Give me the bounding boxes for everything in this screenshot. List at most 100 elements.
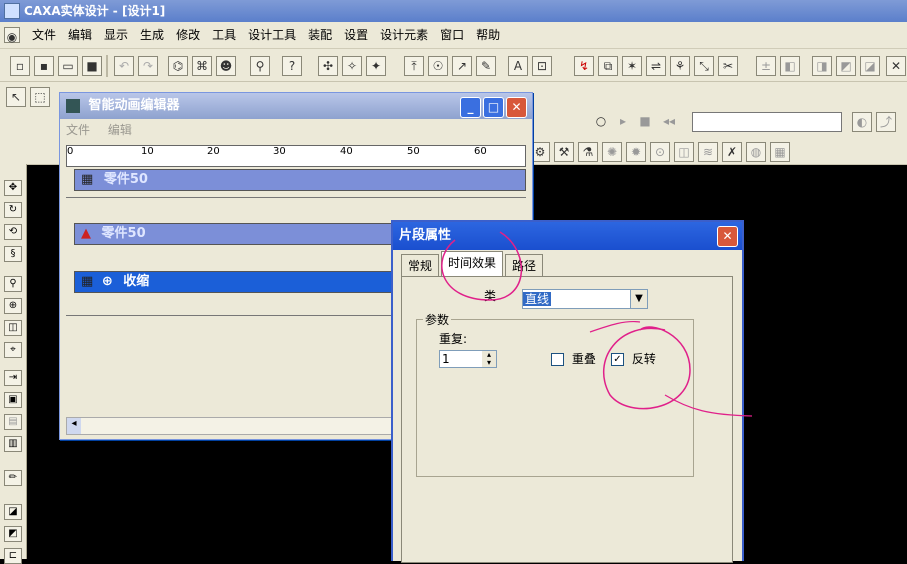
tool-icon-3[interactable]: ☻: [216, 56, 236, 76]
menu-design-tools[interactable]: 设计工具: [242, 22, 302, 48]
undo-icon[interactable]: ↶: [114, 56, 134, 76]
tool-icon-16[interactable]: ⚘: [670, 56, 690, 76]
pointer-icon[interactable]: ↖: [6, 87, 26, 107]
tool-icon-1[interactable]: ⌬: [168, 56, 188, 76]
dialog-close-button[interactable]: ✕: [717, 226, 738, 247]
edit-icon-2[interactable]: ◩: [4, 526, 22, 542]
view-icon-5[interactable]: ▤: [4, 414, 22, 430]
stop-icon[interactable]: ■: [636, 112, 654, 130]
tool-icon-11[interactable]: ⊡: [532, 56, 552, 76]
sketch-icon[interactable]: ✏: [4, 470, 22, 486]
tool-icon-13[interactable]: ⧉: [598, 56, 618, 76]
design-icon-10[interactable]: ◍: [746, 142, 766, 162]
spin-arrows-icon[interactable]: ▴ ▾: [482, 351, 496, 367]
design-icon-5[interactable]: ✹: [626, 142, 646, 162]
text-icon[interactable]: A: [508, 56, 528, 76]
tool-icon-5[interactable]: ✧: [342, 56, 362, 76]
menu-edit[interactable]: 编辑: [108, 123, 132, 137]
tool-icon-14[interactable]: ✶: [622, 56, 642, 76]
new-icon[interactable]: ▫: [10, 56, 30, 76]
edit-icon-1[interactable]: ◪: [4, 504, 22, 520]
menu-settings[interactable]: 设置: [338, 22, 374, 48]
menu-window[interactable]: 窗口: [434, 22, 470, 48]
save-icon[interactable]: ■: [82, 56, 102, 76]
tool-icon-7[interactable]: ⤒: [404, 56, 424, 76]
timeline-ruler[interactable]: 0 10 20 30 40 50 60: [66, 145, 526, 167]
reverse-checkbox[interactable]: ✓: [611, 353, 624, 366]
close-button[interactable]: ✕: [506, 97, 527, 118]
maximize-button[interactable]: □: [483, 97, 504, 118]
menu-assembly[interactable]: 装配: [302, 22, 338, 48]
design-icon-11[interactable]: ▦: [770, 142, 790, 162]
tool-icon-20[interactable]: ◧: [780, 56, 800, 76]
design-icon-12[interactable]: ◐: [852, 112, 872, 132]
move-icon[interactable]: ✥: [4, 180, 22, 196]
chevron-down-icon[interactable]: ▼: [630, 290, 647, 308]
spin-icon[interactable]: §: [4, 246, 22, 262]
rewind-icon[interactable]: ◂◂: [660, 112, 678, 130]
view-icon-2[interactable]: ⌖: [4, 342, 22, 358]
view-icon-4[interactable]: ▣: [4, 392, 22, 408]
rotate-icon[interactable]: ↻: [4, 202, 22, 218]
zoom-icon[interactable]: ⚲: [4, 276, 22, 292]
scroll-left-icon[interactable]: ◂: [67, 418, 81, 434]
design-icon-9[interactable]: ✗: [722, 142, 742, 162]
menu-edit[interactable]: 编辑: [62, 22, 98, 48]
open-icon[interactable]: ▭: [58, 56, 78, 76]
tool-icon-12[interactable]: ↯: [574, 56, 594, 76]
tool-icon-2[interactable]: ⌘: [192, 56, 212, 76]
menu-help[interactable]: 帮助: [470, 22, 506, 48]
record-icon[interactable]: ○: [592, 112, 610, 130]
help-icon[interactable]: ?: [282, 56, 302, 76]
tool-icon-18[interactable]: ✂: [718, 56, 738, 76]
doc-icon[interactable]: ◉: [4, 27, 20, 44]
track-row[interactable]: ▦ 零件50: [74, 169, 526, 191]
menu-file[interactable]: 文件: [26, 22, 62, 48]
design-icon-2[interactable]: ⚒: [554, 142, 574, 162]
menu-design-elements[interactable]: 设计元素: [374, 22, 434, 48]
zoom-window-icon[interactable]: ⊕: [4, 298, 22, 314]
reverse-option[interactable]: ✓ 反转: [611, 350, 656, 367]
tool-icon-10[interactable]: ✎: [476, 56, 496, 76]
redo-icon[interactable]: ↷: [138, 56, 158, 76]
tool-icon-22[interactable]: ◩: [836, 56, 856, 76]
menu-file[interactable]: 文件: [66, 123, 90, 137]
design-icon-8[interactable]: ≋: [698, 142, 718, 162]
new-drawing-icon[interactable]: ▪: [34, 56, 54, 76]
tool-icon-21[interactable]: ◨: [812, 56, 832, 76]
view-icon-1[interactable]: ◫: [4, 320, 22, 336]
design-icon-6[interactable]: ⊙: [650, 142, 670, 162]
tool-icon-15[interactable]: ⇌: [646, 56, 666, 76]
overlap-option[interactable]: 重叠: [551, 350, 596, 367]
dialog-title-bar[interactable]: 片段属性 ✕: [393, 222, 742, 250]
edit-icon-3[interactable]: ⊏: [4, 548, 22, 564]
animation-editor-title-bar[interactable]: 智能动画编辑器 _ □ ✕: [60, 93, 532, 119]
find-icon[interactable]: ⚲: [250, 56, 270, 76]
view-icon-6[interactable]: ▥: [4, 436, 22, 452]
menu-view[interactable]: 显示: [98, 22, 134, 48]
design-icon-13[interactable]: ⤴: [876, 112, 896, 132]
tool-icon-24[interactable]: ✕: [886, 56, 906, 76]
tool-icon-8[interactable]: ☉: [428, 56, 448, 76]
overlap-checkbox[interactable]: [551, 353, 564, 366]
animation-slider[interactable]: [692, 112, 842, 132]
view-icon-3[interactable]: ⇥: [4, 370, 22, 386]
menu-tools[interactable]: 工具: [206, 22, 242, 48]
minimize-button[interactable]: _: [460, 97, 481, 118]
menu-generate[interactable]: 生成: [134, 22, 170, 48]
tab-time-effect[interactable]: 时间效果: [441, 251, 504, 276]
orbit-icon[interactable]: ⟲: [4, 224, 22, 240]
design-icon-3[interactable]: ⚗: [578, 142, 598, 162]
menu-modify[interactable]: 修改: [170, 22, 206, 48]
tool-icon-9[interactable]: ↗: [452, 56, 472, 76]
play-icon[interactable]: ▸: [614, 112, 632, 130]
tool-icon-19[interactable]: ±: [756, 56, 776, 76]
tool-icon-4[interactable]: ✣: [318, 56, 338, 76]
tool-icon-23[interactable]: ◪: [860, 56, 880, 76]
tool-icon-17[interactable]: ⤡: [694, 56, 714, 76]
design-icon-1[interactable]: ⚙: [530, 142, 550, 162]
class-select[interactable]: 直线 ▼: [522, 289, 648, 309]
design-icon-4[interactable]: ✺: [602, 142, 622, 162]
select-box-icon[interactable]: ⬚: [30, 87, 50, 107]
repeat-spinner[interactable]: 1 ▴ ▾: [439, 350, 497, 368]
